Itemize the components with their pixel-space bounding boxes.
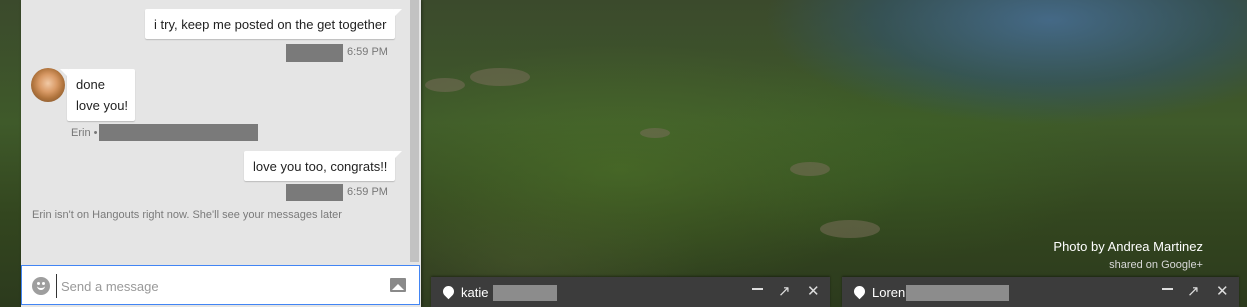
minimize-icon[interactable]: [1162, 288, 1173, 290]
hangouts-pin-icon: [440, 283, 457, 300]
popout-arrow-icon[interactable]: ↗: [778, 282, 791, 300]
hangouts-pin-icon: [851, 283, 868, 300]
rock: [640, 128, 670, 138]
chat-tab-name: katie: [461, 285, 489, 300]
message-input[interactable]: [56, 274, 383, 298]
message-text: love you!: [76, 98, 129, 113]
message-text: i try, keep me posted on the get togethe…: [154, 17, 387, 32]
rock: [470, 68, 530, 86]
message-timestamp: 6:59 PM: [347, 186, 388, 198]
redacted-timestamp: [99, 124, 258, 141]
outgoing-message-bubble: love you too, congrats!!: [244, 151, 402, 181]
chat-tab-katie[interactable]: katie ↗ ✕: [431, 277, 830, 307]
chat-window: i try, keep me posted on the get togethe…: [21, 0, 421, 307]
minimize-icon[interactable]: [752, 288, 763, 290]
message-timestamp: 6:59 PM: [347, 46, 388, 58]
redacted-name: [286, 184, 343, 201]
rock: [790, 162, 830, 176]
redacted-name: [906, 285, 1009, 301]
close-icon[interactable]: ✕: [807, 282, 820, 300]
outgoing-message-bubble: i try, keep me posted on the get togethe…: [145, 9, 402, 39]
close-icon[interactable]: ✕: [1216, 282, 1229, 300]
image-icon[interactable]: [390, 278, 406, 292]
redacted-name: [286, 44, 343, 62]
chat-tab-name: Loren: [872, 285, 906, 300]
photo-credit: Photo by Andrea Martinez shared on Googl…: [1053, 239, 1203, 271]
photo-credit-author[interactable]: Photo by Andrea Martinez: [1053, 239, 1203, 254]
scrollbar[interactable]: [410, 0, 419, 262]
emoji-icon[interactable]: [32, 277, 50, 295]
chat-tab-loren[interactable]: Loren ↗ ✕: [842, 277, 1239, 307]
compose-bar: [21, 265, 420, 305]
redacted-name: [493, 285, 557, 301]
photo-credit-source[interactable]: shared on Google+: [1053, 259, 1203, 271]
rock: [425, 78, 465, 92]
rock: [820, 220, 880, 238]
popout-arrow-icon[interactable]: ↗: [1187, 282, 1200, 300]
sender-label: Erin •: [71, 127, 98, 139]
incoming-message-bubble: done love you!: [60, 69, 135, 121]
message-text: done: [76, 77, 105, 92]
message-text: love you too, congrats!!: [253, 159, 388, 174]
offline-status-note: Erin isn't on Hangouts right now. She'll…: [32, 209, 342, 221]
